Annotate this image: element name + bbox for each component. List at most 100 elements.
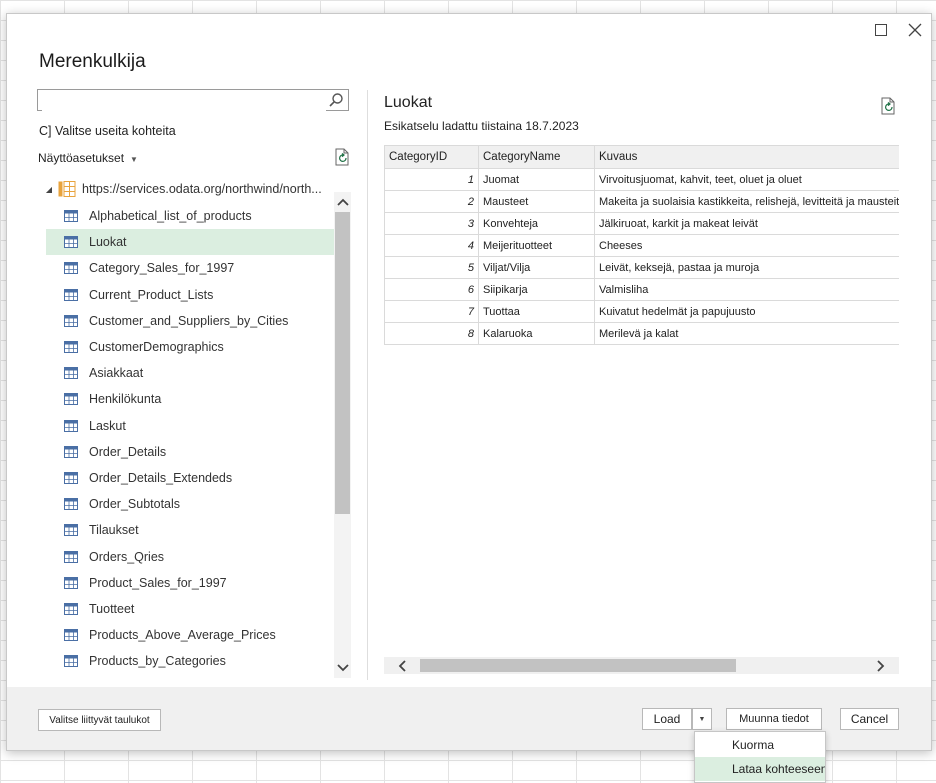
- tree-item[interactable]: Order_Details: [46, 439, 334, 465]
- cancel-button[interactable]: Cancel: [840, 708, 899, 730]
- select-multiple-checkbox[interactable]: C] Valitse useita kohteita: [39, 124, 176, 138]
- tree-item-label: Product_Sales_for_1997: [89, 575, 227, 590]
- tree-item[interactable]: Alphabetical_list_of_products: [46, 203, 334, 229]
- transform-data-button[interactable]: Muunna tiedot: [726, 708, 822, 730]
- table-row: 8 Kalaruoka Merilevä ja kalat: [384, 322, 899, 345]
- load-dropdown-button[interactable]: ▼: [692, 708, 712, 730]
- table-cell[interactable]: 3: [384, 212, 479, 235]
- tree-item[interactable]: Order_Details_Extendeds: [46, 465, 334, 491]
- table-cell[interactable]: Jälkiruoat, karkit ja makeat leivät: [594, 212, 899, 235]
- table-icon: [64, 524, 78, 537]
- column-header[interactable]: Kuvaus: [594, 145, 899, 169]
- tree-item[interactable]: Customer_and_Suppliers_by_Cities: [46, 308, 334, 334]
- table-cell[interactable]: Merilevä ja kalat: [594, 322, 899, 345]
- tree-item[interactable]: Current_Product_Lists: [46, 282, 334, 308]
- search-input[interactable]: [42, 91, 326, 111]
- table-cell[interactable]: Leivät, keksejä, pastaa ja muroja: [594, 256, 899, 279]
- search-box[interactable]: [37, 89, 349, 111]
- column-header[interactable]: CategoryName: [478, 145, 595, 169]
- table-cell[interactable]: Tuottaa: [478, 300, 595, 323]
- maximize-icon: [875, 24, 887, 36]
- table-icon: [64, 393, 78, 406]
- scroll-thumb[interactable]: [335, 212, 350, 514]
- tree-item[interactable]: Category_Sales_for_1997: [46, 255, 334, 281]
- table-cell[interactable]: 5: [384, 256, 479, 279]
- tree-item[interactable]: Laskut: [46, 413, 334, 439]
- refresh-preview-icon[interactable]: [880, 97, 896, 115]
- tree-item-label: Order_Subtotals: [89, 497, 181, 512]
- table-cell[interactable]: Virvoitusjuomat, kahvit, teet, oluet ja …: [594, 168, 899, 191]
- table-cell[interactable]: Cheeses: [594, 234, 899, 257]
- table-cell[interactable]: Kuivatut hedelmät ja papujuusto: [594, 300, 899, 323]
- scroll-up-icon[interactable]: [334, 194, 351, 210]
- table-cell[interactable]: 1: [384, 168, 479, 191]
- display-options-dropdown[interactable]: Näyttöasetukset ▼: [38, 151, 138, 165]
- tree-item[interactable]: Orders_Qries: [46, 544, 334, 570]
- table-icon: [64, 629, 78, 642]
- table-cell[interactable]: 2: [384, 190, 479, 213]
- table-icon: [64, 210, 78, 222]
- refresh-icon[interactable]: [334, 148, 350, 166]
- table-icon: [64, 314, 78, 327]
- table-cell[interactable]: Mausteet: [478, 190, 595, 213]
- tree-item[interactable]: Luokat: [46, 229, 334, 256]
- table-cell[interactable]: 6: [384, 278, 479, 301]
- table-row: 5 Viljat/Vilja Leivät, keksejä, pastaa ja …: [384, 256, 899, 279]
- table-cell[interactable]: Konvehteja: [478, 212, 595, 235]
- tree-item[interactable]: Tilaukset: [46, 517, 334, 543]
- panel-divider[interactable]: [367, 90, 368, 680]
- table-icon: [64, 236, 78, 249]
- table-icon: [64, 498, 78, 511]
- load-button[interactable]: Load: [642, 708, 692, 730]
- table-icon: [64, 550, 78, 563]
- menu-item-load[interactable]: Kuorma: [695, 733, 825, 757]
- table-icon: [64, 576, 78, 589]
- close-button[interactable]: [903, 19, 927, 41]
- tree-item-label: Products_by_Categories: [89, 654, 226, 669]
- maximize-button[interactable]: [869, 19, 893, 41]
- scroll-left-icon[interactable]: [392, 657, 412, 674]
- table-cell[interactable]: 8: [384, 322, 479, 345]
- tree-vertical-scrollbar[interactable]: [334, 192, 351, 678]
- table-icon: [64, 655, 78, 668]
- tree-item[interactable]: Henkilökunta: [46, 386, 334, 412]
- tree-item[interactable]: Products_Above_Average_Prices: [46, 622, 334, 648]
- table-cell[interactable]: Meijerituotteet: [478, 234, 595, 257]
- collapse-arrow-icon[interactable]: ◢: [42, 185, 56, 194]
- table-row: 4 Meijerituotteet Cheeses: [384, 234, 899, 257]
- navigator-tree: ◢ https://services.odata.org/northwind/n…: [37, 176, 353, 678]
- table-cell[interactable]: Makeita ja suolaisia kastikkeita, relish…: [594, 190, 899, 213]
- tree-item[interactable]: Product_Sales_for_1997: [46, 570, 334, 596]
- tree-item-label: Asiakkaat: [89, 366, 144, 381]
- tree-item[interactable]: CustomerDemographics: [46, 334, 334, 360]
- table-cell[interactable]: Viljat/Vilja: [478, 256, 595, 279]
- tree-root-odata[interactable]: ◢ https://services.odata.org/northwind/n…: [37, 176, 337, 202]
- tree-item[interactable]: Asiakkaat: [46, 360, 334, 386]
- preview-horizontal-scrollbar[interactable]: [384, 657, 899, 674]
- table-cell[interactable]: 7: [384, 300, 479, 323]
- tree-item[interactable]: Tuotteet: [46, 596, 334, 622]
- scroll-right-icon[interactable]: [871, 657, 891, 674]
- tree-item[interactable]: Products_by_Categories: [46, 648, 334, 674]
- table-cell[interactable]: Kalaruoka: [478, 322, 595, 345]
- tree-item-label: Tilaukset: [89, 523, 139, 538]
- select-related-tables-button[interactable]: Valitse liittyvät taulukot: [38, 709, 161, 731]
- table-icon: [64, 341, 78, 353]
- table-cell[interactable]: Valmisliha: [594, 278, 899, 301]
- preview-subtitle: Esikatselu ladattu tiistaina 18.7.2023: [384, 119, 579, 133]
- tree-item-label: Tuotteet: [89, 602, 135, 616]
- load-dropdown-menu: Kuorma Lataa kohteeseen...: [694, 731, 826, 783]
- tree-item[interactable]: Order_Subtotals: [46, 491, 334, 517]
- menu-item-load-to[interactable]: Lataa kohteeseen...: [695, 757, 825, 781]
- close-icon: [908, 23, 922, 37]
- table-cell[interactable]: Siipikarja: [478, 278, 595, 301]
- tree-item-label: Order_Details_Extendeds: [89, 471, 233, 485]
- table-row: 7 Tuottaa Kuivatut hedelmät ja papujuusto: [384, 300, 899, 323]
- preview-title: Luokat: [384, 94, 433, 111]
- scroll-thumb-horizontal[interactable]: [420, 659, 736, 672]
- scroll-down-icon[interactable]: [334, 660, 351, 676]
- search-icon[interactable]: [328, 92, 344, 108]
- table-cell[interactable]: Juomat: [478, 168, 595, 191]
- table-cell[interactable]: 4: [384, 234, 479, 257]
- column-header[interactable]: CategoryID: [384, 145, 479, 169]
